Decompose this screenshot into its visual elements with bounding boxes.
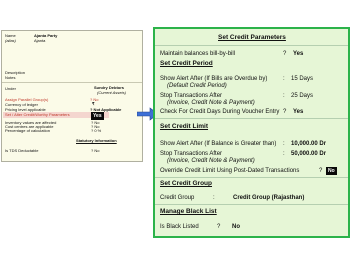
notes-label: Notes [5,75,16,80]
divider [2,82,142,83]
panel-title: Set Credit Parameters [218,34,286,41]
question-mark: ? [283,51,287,57]
percentage-value[interactable]: ? 0 % [91,129,101,133]
credit-limit-title: Set Credit Limit [160,123,209,130]
ledger-creation-panel: Name (alias) Ajanta Party Ajanta Descrip… [1,30,143,162]
divider [155,204,348,205]
colon: : [283,141,285,147]
divider [155,45,348,46]
colon: : [283,76,285,82]
credit-parameters-panel: Set Credit Parameters Maintain balances … [153,27,350,238]
colon: : [283,93,285,99]
colon: : [283,151,285,157]
currency-value[interactable]: ₹ [92,102,95,106]
override-value[interactable]: No [326,167,337,175]
credit-group-value[interactable]: Credit Group (Rajasthan) [233,195,304,201]
divider [155,118,348,119]
show-alert-bills-sub: (Default Credit Period) [167,83,227,89]
show-alert-balance-value[interactable]: 10,000.00 Dr [291,141,326,147]
question-mark: ? [283,109,287,115]
colon: : [213,195,215,201]
stop-trans-label: Stop Transactions After [160,93,223,99]
black-list-value[interactable]: No [232,224,240,230]
black-list-label: Is Black Listed [160,224,199,230]
alias-label: (alias) [5,38,16,43]
check-credit-value[interactable]: Yes [293,109,303,115]
question-mark: ? [217,224,221,230]
alias-field[interactable]: Ajanta [34,39,45,43]
stop-trans2-value[interactable]: 50,000.00 Dr [291,151,326,157]
statutory-title: Statutory Information [76,138,117,143]
maintain-label: Maintain balances bill-by-bill [160,51,236,57]
divider [155,177,348,178]
maintain-value[interactable]: Yes [293,51,303,57]
question-mark: ? [319,168,323,174]
show-alert-bills-value[interactable]: 15 Days [291,76,313,82]
under-label: Under [5,86,16,91]
under-sub: (Current Assets) [97,90,126,95]
credit-group-title: Set Credit Group [160,180,213,187]
show-alert-balance-label: Show Alert After (If Balance is Greater … [160,141,277,147]
black-list-title: Manage Black List [160,208,217,215]
stop-trans2-label: Stop Transactions After [160,151,223,157]
tds-label: Is TDS Deductable [5,148,39,153]
stop-trans2-sub: (Invoice, Credit Note & Payment) [167,158,255,164]
set-alter-label: Set / Alter Credit/Worthy Parameters [5,112,70,117]
stop-trans-value[interactable]: 25 Days [291,93,313,99]
credit-period-title: Set Credit Period [160,60,213,67]
percentage-label: Percentage of calculation [5,128,50,133]
check-credit-label: Check For Credit Days During Voucher Ent… [160,109,280,115]
credit-group-label: Credit Group [160,195,195,201]
show-alert-bills-label: Show Alert After (If Bills are Overdue b… [160,76,268,82]
tds-value[interactable]: ? No [91,149,99,153]
override-label: Override Credit Limit Using Post-Dated T… [160,168,300,174]
set-alter-value[interactable]: Yes [91,112,104,120]
stop-trans-sub: (Invoice, Credit Note & Payment) [167,100,255,106]
